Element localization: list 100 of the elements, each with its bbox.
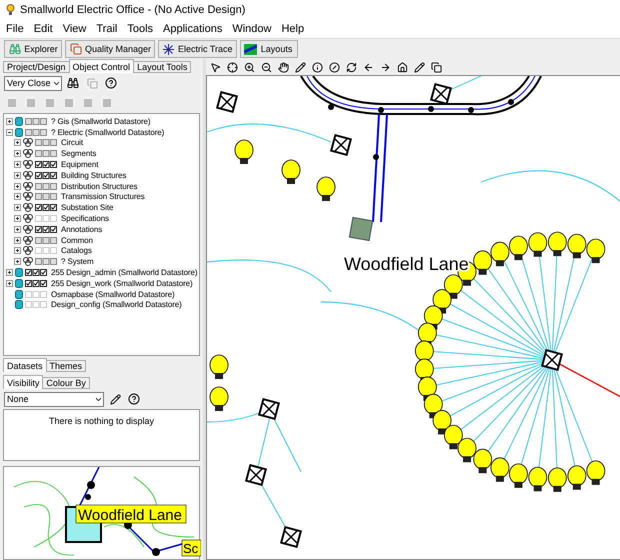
visibility-checkboxes[interactable]	[25, 118, 47, 125]
expand-icon[interactable]	[14, 247, 21, 254]
blocked-icon[interactable]	[327, 60, 341, 74]
visibility-checkboxes[interactable]	[25, 128, 47, 136]
tree-item-label[interactable]: Osmapbase (Smallworld Datastore)	[51, 290, 175, 299]
panel-tab[interactable]: Layout Tools	[133, 61, 192, 73]
panel-tab[interactable]: Colour By	[42, 377, 90, 389]
scale-dropdown[interactable]: Very Close	[4, 76, 62, 90]
visibility-checkboxes[interactable]	[35, 226, 57, 233]
visibility-checkboxes[interactable]	[35, 236, 57, 244]
menu-item[interactable]: File	[6, 23, 24, 35]
colour-by-dropdown[interactable]: None	[4, 392, 104, 406]
tree-item-label[interactable]: Catalogs	[61, 246, 92, 256]
collapse-icon[interactable]	[6, 128, 13, 136]
binoculars-icon[interactable]	[65, 75, 81, 91]
tree-item-label[interactable]: ? System	[61, 257, 94, 266]
empty-message: There is nothing to display	[48, 416, 154, 428]
copy-icon[interactable]	[429, 60, 443, 74]
help-icon[interactable]	[126, 391, 142, 407]
expand-icon[interactable]	[14, 161, 21, 168]
expand-icon[interactable]	[14, 139, 21, 146]
tree-item-label[interactable]: 255 Design_admin (Smallworld Datastore)	[51, 268, 198, 278]
tree-item-label[interactable]: Annotations	[61, 224, 102, 234]
layers-icon	[23, 246, 33, 256]
crosshair-icon[interactable]	[225, 60, 239, 74]
tree-item-label[interactable]: Substation Site	[61, 203, 114, 212]
map-view[interactable]: Woodfield Lane	[206, 75, 620, 560]
visibility-checkboxes[interactable]	[25, 301, 47, 308]
tree-item-label[interactable]: ? Gis (Smallworld Datastore)	[51, 116, 150, 126]
home-icon[interactable]	[395, 60, 409, 74]
expand-icon[interactable]	[6, 280, 13, 287]
zoom-in-icon[interactable]	[242, 60, 256, 74]
expand-icon[interactable]	[14, 182, 21, 190]
binoculars-icon	[8, 42, 21, 56]
tree-item-label[interactable]: Building Structures	[61, 170, 126, 180]
visibility-checkboxes[interactable]	[35, 215, 57, 222]
tree-item-label[interactable]: Segments	[61, 149, 96, 158]
tree-item-label[interactable]: Design_config (Smallworld Datastore)	[51, 300, 182, 310]
expand-icon[interactable]	[14, 150, 21, 158]
expand-icon[interactable]	[14, 226, 21, 233]
visibility-checkboxes[interactable]	[35, 193, 57, 200]
panel-tab[interactable]: Datasets	[3, 358, 47, 372]
visibility-checkboxes[interactable]	[25, 280, 47, 287]
visibility-checkboxes[interactable]	[35, 182, 57, 190]
tree-item-label[interactable]: ? Electric (Smallworld Datastore)	[51, 128, 164, 137]
visibility-checkboxes[interactable]	[35, 172, 57, 179]
tree-item-label[interactable]: Transmission Structures	[61, 192, 145, 202]
expand-icon[interactable]	[14, 204, 21, 212]
panel-tab[interactable]: Visibility	[3, 375, 44, 389]
visibility-checkboxes[interactable]	[35, 247, 57, 254]
toolbar-button[interactable]: Electric Trace	[158, 40, 237, 58]
expand-icon[interactable]	[14, 193, 21, 200]
asterisk-icon	[162, 42, 176, 56]
menu-item[interactable]: Window	[232, 23, 272, 35]
expand-icon[interactable]	[6, 269, 13, 276]
visibility-checkboxes[interactable]	[35, 204, 57, 212]
menu-item[interactable]: View	[62, 23, 86, 35]
panel-tab[interactable]: Project/Design	[3, 61, 70, 73]
panel-tab[interactable]: Object Control	[68, 59, 134, 73]
help-icon[interactable]	[103, 75, 119, 91]
layers-icon	[23, 160, 33, 170]
toolbar-button[interactable]: Layouts	[240, 40, 298, 58]
panel-tab[interactable]: Themes	[46, 360, 86, 372]
tree-item-label[interactable]: Common	[61, 236, 93, 245]
menu-item[interactable]: Applications	[163, 23, 222, 35]
hand-icon[interactable]	[276, 60, 290, 74]
expand-icon[interactable]	[14, 258, 21, 266]
overview-map[interactable]: Woodfield Lane Sc	[3, 466, 200, 560]
map-icon	[244, 42, 257, 56]
layers-icon	[23, 170, 33, 180]
visibility-checkboxes[interactable]	[25, 269, 47, 276]
tree-item-label[interactable]: Distribution Structures	[61, 182, 138, 191]
visibility-checkboxes[interactable]	[25, 290, 47, 298]
menu-item[interactable]: Help	[281, 23, 304, 35]
toolbar-button[interactable]: Explorer	[4, 40, 62, 58]
light-bulb-icon	[6, 4, 15, 16]
menu-item[interactable]: Trail	[96, 23, 118, 35]
pencil-icon[interactable]	[412, 60, 426, 74]
tree-item-label[interactable]: Specifications	[61, 214, 109, 224]
visibility-checkboxes[interactable]	[35, 161, 57, 168]
visibility-checkboxes[interactable]	[35, 150, 57, 158]
pencil-icon[interactable]	[293, 60, 307, 74]
menu-item[interactable]: Edit	[34, 23, 53, 35]
visibility-checkboxes[interactable]	[35, 139, 57, 146]
tree-item-label[interactable]: 255 Design_work (Smallworld Datastore)	[51, 278, 193, 288]
toolbar-button[interactable]: Quality Manager	[65, 40, 156, 58]
menu-item[interactable]: Tools	[127, 23, 154, 35]
zoom-out-icon[interactable]	[259, 60, 273, 74]
info-icon[interactable]	[310, 60, 324, 74]
expand-icon[interactable]	[14, 172, 21, 179]
layers-icon	[23, 138, 33, 148]
expand-icon[interactable]	[14, 236, 21, 244]
refresh-icon[interactable]	[344, 60, 358, 74]
copy-icon	[69, 42, 82, 56]
layers-icon	[23, 257, 33, 266]
expand-icon[interactable]	[14, 215, 21, 222]
tree-item-label[interactable]: Circuit	[61, 138, 83, 148]
tree-item-label[interactable]: Equipment	[61, 160, 98, 170]
expand-icon[interactable]	[6, 118, 13, 125]
visibility-checkboxes[interactable]	[35, 258, 57, 266]
